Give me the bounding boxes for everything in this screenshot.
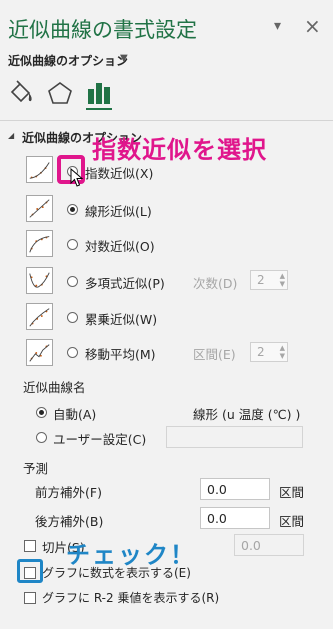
- moving-average-label[interactable]: 移動平均(M): [85, 344, 156, 363]
- spin-arrows-icon[interactable]: ▲ ▼: [280, 344, 285, 360]
- forecast-label: 予測: [23, 461, 49, 476]
- order-label: 次数(D): [193, 276, 238, 291]
- polynomial-thumbnail-icon: [26, 267, 53, 294]
- paint-bucket-icon[interactable]: [8, 80, 36, 106]
- chevron-down-icon[interactable]: ▼: [120, 53, 128, 64]
- annotation-check: チェック！: [66, 541, 196, 569]
- collapse-icon[interactable]: ◢: [8, 131, 14, 140]
- linear-radio[interactable]: [67, 204, 78, 215]
- polynomial-label[interactable]: 多項式近似(P): [85, 273, 165, 292]
- forward-unit: 区間: [279, 485, 305, 500]
- logarithmic-label[interactable]: 対数近似(O): [85, 236, 155, 255]
- exponential-label[interactable]: 指数近似(X): [85, 163, 153, 182]
- order-spinner[interactable]: 2 ▲ ▼: [250, 270, 288, 290]
- selected-tab-indicator: [86, 108, 112, 110]
- auto-name-value: 線形 (u 温度 (℃) ): [193, 407, 301, 422]
- linear-thumbnail-icon: [26, 195, 53, 222]
- annotation-select-exponential: 指数近似を選択: [92, 136, 267, 164]
- trendline-name-label: 近似曲線名: [23, 380, 86, 395]
- divider: [0, 120, 333, 121]
- spin-arrows-icon[interactable]: ▲ ▼: [280, 272, 285, 288]
- period-value: 2: [257, 345, 265, 359]
- custom-name-label[interactable]: ユーザー設定(C): [53, 429, 146, 448]
- polynomial-radio[interactable]: [67, 276, 78, 287]
- mouse-cursor-icon: [70, 168, 84, 187]
- logarithmic-radio[interactable]: [67, 239, 78, 250]
- intercept-input[interactable]: 0.0: [234, 534, 304, 556]
- moving-average-thumbnail-icon: [26, 339, 53, 366]
- forward-label: 前方補外(F): [35, 485, 102, 500]
- power-label[interactable]: 累乗近似(W): [85, 309, 157, 328]
- display-r2-checkbox[interactable]: [24, 592, 36, 604]
- period-spinner[interactable]: 2 ▲ ▼: [250, 342, 288, 362]
- options-dropdown-label[interactable]: 近似曲線のオプション: [8, 52, 128, 69]
- power-radio[interactable]: [67, 312, 78, 323]
- moving-average-radio[interactable]: [67, 347, 78, 358]
- bar-chart-icon[interactable]: [86, 80, 114, 106]
- logarithmic-thumbnail-icon: [26, 230, 53, 257]
- auto-name-radio[interactable]: [36, 407, 47, 418]
- linear-label[interactable]: 線形近似(L): [85, 201, 152, 220]
- auto-name-label[interactable]: 自動(A): [53, 404, 96, 423]
- display-r2-label[interactable]: グラフに R-2 乗値を表示する(R): [42, 589, 219, 606]
- pane-title: 近似曲線の書式設定: [8, 18, 197, 42]
- highlight-box-equation: [17, 559, 43, 583]
- exponential-thumbnail-icon: [26, 156, 53, 183]
- pentagon-icon[interactable]: [46, 80, 74, 106]
- intercept-checkbox[interactable]: [24, 540, 36, 552]
- close-icon[interactable]: ×: [304, 14, 321, 38]
- power-thumbnail-icon: [26, 303, 53, 330]
- custom-name-radio[interactable]: [36, 432, 47, 443]
- backward-input[interactable]: 0.0: [200, 507, 270, 529]
- forward-input[interactable]: 0.0: [200, 478, 270, 500]
- period-label: 区間(E): [193, 347, 236, 362]
- custom-name-input[interactable]: [166, 426, 303, 448]
- order-value: 2: [257, 273, 265, 287]
- backward-label: 後方補外(B): [35, 514, 104, 529]
- task-pane-options-icon[interactable]: ▾: [274, 18, 281, 34]
- backward-unit: 区間: [279, 514, 305, 529]
